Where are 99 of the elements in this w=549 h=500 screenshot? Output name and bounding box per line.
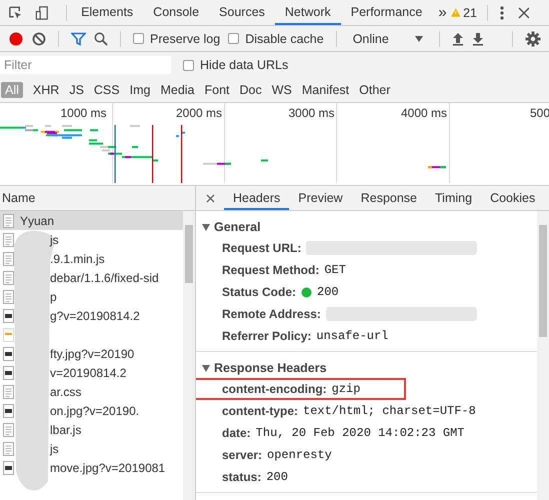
- filter-icon[interactable]: [71, 32, 86, 46]
- request-row[interactable]: js: [0, 439, 183, 458]
- record-icon[interactable]: [8, 30, 24, 46]
- name-column-header[interactable]: Name: [0, 186, 195, 211]
- expand-triangle-icon: [202, 224, 210, 230]
- document-icon: [3, 214, 14, 228]
- document-icon: [3, 252, 14, 266]
- warning-count[interactable]: 21: [463, 6, 477, 20]
- type-filter[interactable]: Other: [355, 82, 394, 98]
- search-icon[interactable]: [94, 32, 108, 46]
- document-icon: [3, 442, 14, 456]
- section-title: Response Headers: [214, 361, 327, 375]
- script-file-icon: [3, 328, 14, 342]
- image-file-icon: [3, 346, 14, 360]
- details-tab[interactable]: Response: [352, 186, 426, 210]
- section-header[interactable]: General: [196, 217, 537, 237]
- preserve-log-checkbox[interactable]: Preserve log: [133, 32, 220, 46]
- document-icon: [3, 384, 14, 398]
- type-filter[interactable]: XHR: [28, 82, 64, 98]
- header-name: Referrer Policy:: [222, 329, 312, 343]
- dropdown-caret-icon: [414, 36, 423, 42]
- throttling-dropdown[interactable]: Online: [348, 32, 427, 46]
- warning-icon: [450, 8, 460, 17]
- time-label: 1000 ms: [59, 105, 108, 122]
- header-name: Remote Address:: [222, 307, 321, 321]
- disable-cache-checkbox[interactable]: Disable cache: [228, 32, 324, 46]
- inspect-icon[interactable]: [8, 4, 24, 20]
- document-icon: [3, 290, 14, 304]
- header-value: unsafe-url: [316, 329, 388, 343]
- download-icon[interactable]: [472, 32, 484, 46]
- header-value: 200: [317, 285, 339, 299]
- scrollbar[interactable]: [183, 211, 195, 500]
- type-filter[interactable]: Media: [156, 82, 198, 98]
- device-icon[interactable]: [35, 4, 50, 20]
- request-row[interactable]: move.jpg?v=2019081: [0, 458, 183, 477]
- type-filter[interactable]: Font: [200, 82, 234, 98]
- section-header[interactable]: Response Headers: [196, 358, 537, 378]
- header-name: status:: [222, 470, 262, 484]
- header-name: Status Code:: [222, 285, 296, 299]
- header-value: gzip: [332, 382, 360, 396]
- document-icon: [3, 270, 14, 284]
- header-name: Request URL:: [222, 241, 302, 255]
- type-filter[interactable]: Manifest: [298, 82, 354, 98]
- type-filter[interactable]: WS: [268, 82, 296, 98]
- request-row[interactable]: js: [0, 230, 183, 249]
- type-filter[interactable]: JS: [65, 82, 88, 98]
- status-dot-icon: [301, 286, 312, 298]
- more-tabs-button[interactable]: »: [438, 4, 447, 21]
- request-row[interactable]: fty.jpg?v=20190: [0, 344, 183, 363]
- header-name: content-encoding:: [222, 382, 327, 396]
- time-label: 2000 ms: [174, 105, 223, 122]
- filter-field[interactable]: Filter: [0, 56, 171, 74]
- details-tab[interactable]: Preview: [289, 186, 352, 210]
- close-icon[interactable]: [206, 194, 215, 202]
- panel-tab[interactable]: Elements: [71, 0, 144, 25]
- details-tab[interactable]: Timing: [426, 186, 482, 210]
- image-file-icon: [3, 366, 14, 380]
- header-value: 200: [266, 470, 288, 484]
- document-icon: [3, 422, 14, 436]
- document-icon: [3, 232, 14, 246]
- more-menu-icon[interactable]: [500, 6, 504, 20]
- request-row[interactable]: .9.1.min.js: [0, 249, 183, 268]
- request-row[interactable]: lbar.js: [0, 420, 183, 439]
- request-row[interactable]: on.jpg?v=20190.: [0, 401, 183, 420]
- request-row[interactable]: Yyuan: [0, 211, 183, 230]
- close-icon[interactable]: [518, 6, 529, 18]
- settings-icon[interactable]: [525, 30, 541, 46]
- request-row[interactable]: debar/1.1.6/fixed-sid: [0, 268, 183, 287]
- request-row[interactable]: p: [0, 287, 183, 306]
- header-name: content-type:: [222, 404, 298, 418]
- header-name: server:: [222, 448, 262, 462]
- request-row[interactable]: v=20190814.2: [0, 363, 183, 382]
- header-value: openresty: [267, 448, 332, 462]
- header-name: Request Method:: [222, 263, 320, 277]
- image-file-icon: [3, 460, 14, 474]
- type-filter[interactable]: Img: [126, 82, 154, 98]
- hide-data-urls-checkbox[interactable]: Hide data URLs: [183, 58, 288, 72]
- scrollbar[interactable]: [537, 211, 549, 500]
- upload-icon[interactable]: [452, 32, 464, 46]
- request-row[interactable]: g?v=20190814.2: [0, 306, 183, 325]
- header-value: GET: [324, 263, 346, 277]
- time-label: 3000 ms: [287, 105, 336, 122]
- panel-tab[interactable]: Sources: [209, 0, 275, 25]
- details-tab[interactable]: Headers: [224, 186, 290, 210]
- clear-icon[interactable]: [32, 32, 46, 46]
- header-name: date:: [222, 426, 251, 440]
- details-tab[interactable]: Cookies: [481, 186, 544, 210]
- type-filter[interactable]: CSS: [90, 82, 124, 98]
- image-file-icon: [3, 308, 14, 322]
- header-value: Thu, 20 Feb 2020 14:02:23 GMT: [256, 426, 465, 440]
- type-filter[interactable]: Doc: [236, 82, 266, 98]
- header-value: text/html; charset=UTF-8: [303, 404, 476, 418]
- panel-tab[interactable]: Performance: [340, 0, 432, 25]
- request-row[interactable]: ar.css: [0, 382, 183, 401]
- expand-triangle-icon: [202, 364, 210, 372]
- section-title: General: [214, 220, 261, 234]
- image-file-icon: [3, 404, 14, 418]
- panel-tab[interactable]: Console: [143, 0, 210, 25]
- time-label: 4000 ms: [400, 105, 448, 122]
